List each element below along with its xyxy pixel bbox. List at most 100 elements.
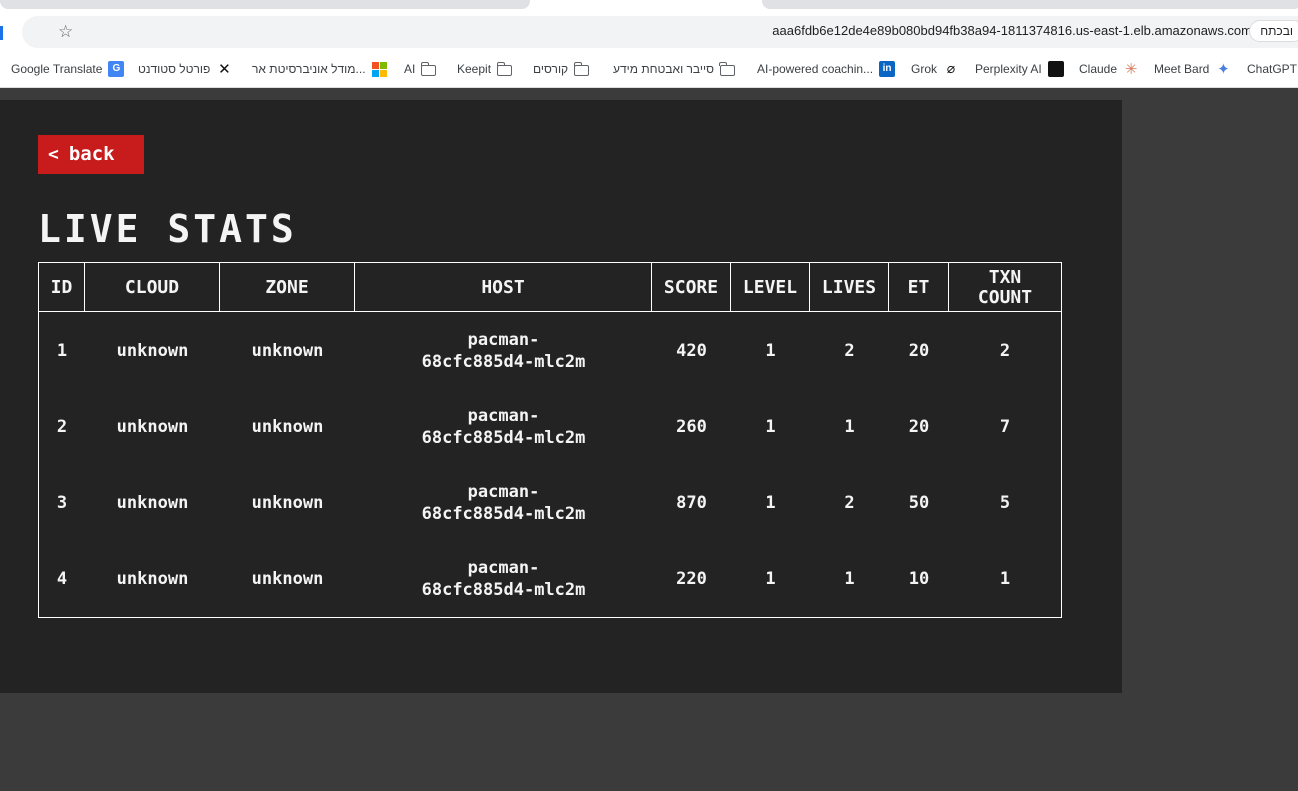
bookmark-label: Keepit <box>457 62 492 76</box>
header-level: LEVEL <box>731 263 810 312</box>
bookmark-label: סייבר ואבטחת מידע <box>613 62 714 76</box>
bookmark-label: קורסים <box>533 62 569 76</box>
cell-et: 20 <box>908 341 930 361</box>
live-stats-table: ID CLOUD ZONE HOST SCORE LEVEL LIVES ET … <box>38 262 1062 618</box>
cell-host: pacman- 68cfc885d4-mlc2m <box>355 313 652 389</box>
cell-level: 1 <box>765 417 776 437</box>
perplexity-icon <box>1047 61 1064 77</box>
header-id: ID <box>39 263 85 312</box>
bookmarks-bar: Google Translate G פורטל סטודנט ✕ מודל א… <box>0 52 1298 88</box>
cell-zone: unknown <box>251 341 324 361</box>
cell-level: 1 <box>765 493 776 513</box>
cell-cloud: unknown <box>116 493 189 513</box>
x-logo-icon: ✕ <box>218 60 231 78</box>
bookmark-label: Claude <box>1079 62 1118 76</box>
cell-lives: 2 <box>844 341 855 361</box>
cell-level: 1 <box>765 569 776 589</box>
bookmark-claude[interactable]: Claude ✳ <box>1079 60 1139 78</box>
google-translate-icon: G <box>108 61 125 77</box>
page-background: < back LIVE STATS ID CLOUD ZONE HOST SCO… <box>0 89 1298 791</box>
header-lives: LIVES <box>810 263 889 312</box>
cell-level: 1 <box>765 341 776 361</box>
bookmark-chatgpt[interactable]: ChatGPT <box>1247 60 1297 78</box>
cell-id: 2 <box>56 417 68 437</box>
cell-cloud: unknown <box>116 417 189 437</box>
folder-icon <box>420 61 437 76</box>
folder-icon <box>719 61 735 76</box>
linkedin-icon: in <box>879 61 896 77</box>
cell-lives: 1 <box>844 417 855 437</box>
host-line-2: 68cfc885d4-mlc2m <box>421 352 586 372</box>
bookmark-ai-coaching[interactable]: AI-powered coachin... in <box>757 60 896 78</box>
cell-et: 20 <box>908 417 930 437</box>
sidebar-edge-marker <box>0 26 3 40</box>
cell-txn-count: 2 <box>999 341 1011 361</box>
header-et: ET <box>889 263 949 312</box>
bookmark-student-portal[interactable]: פורטל סטודנט ✕ <box>138 60 232 78</box>
cell-txn-count: 7 <box>999 417 1011 437</box>
cell-host: pacman- 68cfc885d4-mlc2m <box>355 465 652 541</box>
cell-et: 10 <box>908 569 930 589</box>
browser-toolbar: ☆ aaa6fdb6e12de4e89b080bd94fb38a94-18113… <box>0 14 1298 52</box>
bookmark-star-icon[interactable]: ☆ <box>58 23 76 41</box>
bookmark-meet-bard[interactable]: Meet Bard ✦ <box>1154 60 1231 78</box>
back-button-label: back <box>68 143 115 165</box>
table-row: 3 unknown unknown pacman- 68cfc885d4-mlc… <box>39 465 1061 541</box>
host-line-1: pacman- <box>467 482 540 502</box>
host-line-2: 68cfc885d4-mlc2m <box>421 504 586 524</box>
grok-icon: ⌀ <box>946 61 956 77</box>
cell-id: 3 <box>56 493 68 513</box>
bookmark-grok[interactable]: Grok ⌀ <box>911 60 959 78</box>
cell-host: pacman- 68cfc885d4-mlc2m <box>355 389 652 465</box>
cell-zone: unknown <box>251 569 324 589</box>
cell-cloud: unknown <box>116 341 189 361</box>
host-line-2: 68cfc885d4-mlc2m <box>421 428 586 448</box>
cell-score: 260 <box>676 417 707 437</box>
chevron-left-icon: < <box>48 144 59 165</box>
cell-txn-count: 5 <box>999 493 1011 513</box>
table-row: 1 unknown unknown pacman- 68cfc885d4-mlc… <box>39 313 1061 389</box>
host-line-1: pacman- <box>467 558 540 578</box>
browser-tab[interactable] <box>0 0 530 9</box>
page-title: LIVE STATS <box>38 207 297 251</box>
bard-icon: ✦ <box>1217 60 1230 78</box>
cell-host: pacman- 68cfc885d4-mlc2m <box>355 541 652 617</box>
microsoft-icon <box>371 61 387 77</box>
bookmark-label: Meet Bard <box>1154 62 1210 76</box>
bookmark-folder-keepit[interactable]: Keepit <box>457 60 513 78</box>
bookmark-folder-courses[interactable]: קורסים <box>533 60 590 78</box>
cell-score: 220 <box>676 569 707 589</box>
bookmark-label: ChatGPT <box>1247 62 1298 76</box>
bookmark-label: Perplexity AI <box>975 62 1042 76</box>
bookmark-google-translate[interactable]: Google Translate G <box>11 60 125 78</box>
table-row: 4 unknown unknown pacman- 68cfc885d4-mlc… <box>39 541 1061 617</box>
bookmark-label: Google Translate <box>11 62 103 76</box>
browser-tab[interactable] <box>762 0 1298 9</box>
url-text[interactable]: aaa6fdb6e12de4e89b080bd94fb38a94-1811374… <box>772 23 1252 38</box>
bookmark-university-model[interactable]: מודל אוניברסיטת אר... <box>252 60 387 78</box>
cell-score: 420 <box>676 341 707 361</box>
cell-zone: unknown <box>251 493 324 513</box>
bookmark-label: AI-powered coachin... <box>757 62 874 76</box>
host-line-2: 68cfc885d4-mlc2m <box>421 580 586 600</box>
back-button[interactable]: < back <box>38 135 144 174</box>
header-zone: ZONE <box>220 263 355 312</box>
toolbar-action-chip[interactable]: ובכתח <box>1249 20 1298 42</box>
cell-lives: 2 <box>844 493 855 513</box>
header-host: HOST <box>355 263 652 312</box>
table-header-row: ID CLOUD ZONE HOST SCORE LEVEL LIVES ET … <box>39 263 1061 312</box>
claude-icon: ✳ <box>1124 60 1138 78</box>
header-txn-count: TXN COUNT <box>977 266 1033 308</box>
cell-score: 870 <box>676 493 707 513</box>
cell-zone: unknown <box>251 417 324 437</box>
bookmark-folder-cyber[interactable]: סייבר ואבטחת מידע <box>613 60 735 78</box>
browser-tab-strip <box>0 0 1298 14</box>
header-cloud: CLOUD <box>85 263 220 312</box>
cell-lives: 1 <box>844 569 855 589</box>
table-row: 2 unknown unknown pacman- 68cfc885d4-mlc… <box>39 389 1061 465</box>
bookmark-folder-ai[interactable]: AI <box>404 60 437 78</box>
bookmark-label: פורטל סטודנט <box>138 62 211 76</box>
bookmark-perplexity[interactable]: Perplexity AI <box>975 60 1064 78</box>
bookmark-label: AI <box>404 62 416 76</box>
cell-cloud: unknown <box>116 569 189 589</box>
